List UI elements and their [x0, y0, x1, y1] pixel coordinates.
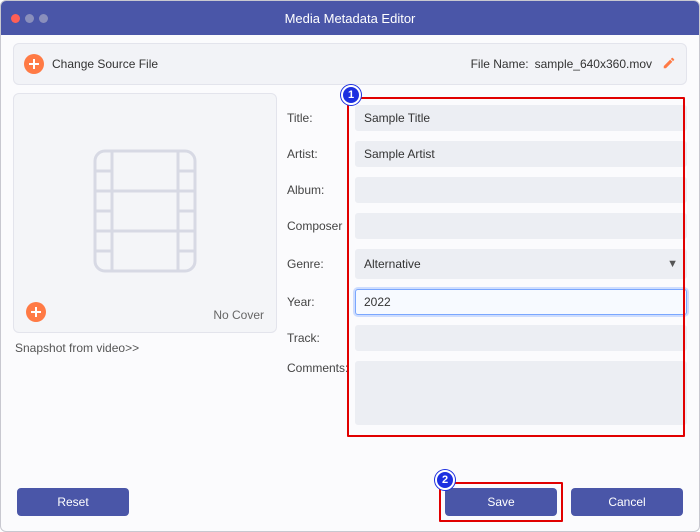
- artist-input[interactable]: [355, 141, 687, 167]
- album-label: Album:: [285, 183, 355, 197]
- file-name-label: File Name:: [471, 57, 529, 71]
- edit-filename-icon[interactable]: [662, 56, 676, 73]
- album-input[interactable]: [355, 177, 687, 203]
- cover-column: No Cover Snapshot from video>>: [13, 93, 277, 475]
- change-source-icon[interactable]: [24, 54, 44, 74]
- reset-button[interactable]: Reset: [17, 488, 129, 516]
- minimize-window-button[interactable]: [25, 14, 34, 23]
- no-cover-label: No Cover: [213, 308, 264, 322]
- titlebar: Media Metadata Editor: [1, 1, 699, 35]
- cover-art-panel: No Cover: [13, 93, 277, 333]
- film-placeholder-icon: [90, 146, 200, 281]
- close-window-button[interactable]: [11, 14, 20, 23]
- composer-label: Composer: [285, 219, 355, 233]
- footer: Reset 2 Save Cancel: [1, 483, 699, 531]
- genre-label: Genre:: [285, 257, 355, 271]
- metadata-form: Title: Artist: Album: Composer Genre:: [285, 93, 687, 428]
- year-label: Year:: [285, 295, 355, 309]
- metadata-editor-window: Media Metadata Editor Change Source File…: [0, 0, 700, 532]
- chevron-down-icon: ▼: [667, 258, 678, 270]
- add-cover-button[interactable]: [26, 302, 46, 322]
- file-name-value: sample_640x360.mov: [535, 57, 652, 71]
- genre-select[interactable]: Alternative ▼: [355, 249, 687, 279]
- maximize-window-button[interactable]: [39, 14, 48, 23]
- track-label: Track:: [285, 331, 355, 345]
- annotation-step-2: 2: [435, 470, 455, 490]
- metadata-form-area: 1 Title: Artist: Album: Composer: [285, 93, 687, 475]
- comments-textarea[interactable]: [355, 361, 687, 425]
- title-input[interactable]: [355, 105, 687, 131]
- window-title: Media Metadata Editor: [1, 11, 699, 26]
- save-button[interactable]: Save: [445, 488, 557, 516]
- annotation-step-1: 1: [341, 85, 361, 105]
- title-label: Title:: [285, 111, 355, 125]
- composer-input[interactable]: [355, 213, 687, 239]
- track-input[interactable]: [355, 325, 687, 351]
- snapshot-from-video-link[interactable]: Snapshot from video>>: [15, 341, 275, 355]
- editor-body: No Cover Snapshot from video>> 1 Title: …: [1, 89, 699, 483]
- artist-label: Artist:: [285, 147, 355, 161]
- comments-label: Comments:: [285, 361, 355, 375]
- change-source-button[interactable]: Change Source File: [52, 57, 158, 71]
- toolbar: Change Source File File Name: sample_640…: [13, 43, 687, 85]
- cancel-button[interactable]: Cancel: [571, 488, 683, 516]
- window-controls: [11, 14, 48, 23]
- genre-value: Alternative: [364, 257, 421, 271]
- year-input[interactable]: [355, 289, 687, 315]
